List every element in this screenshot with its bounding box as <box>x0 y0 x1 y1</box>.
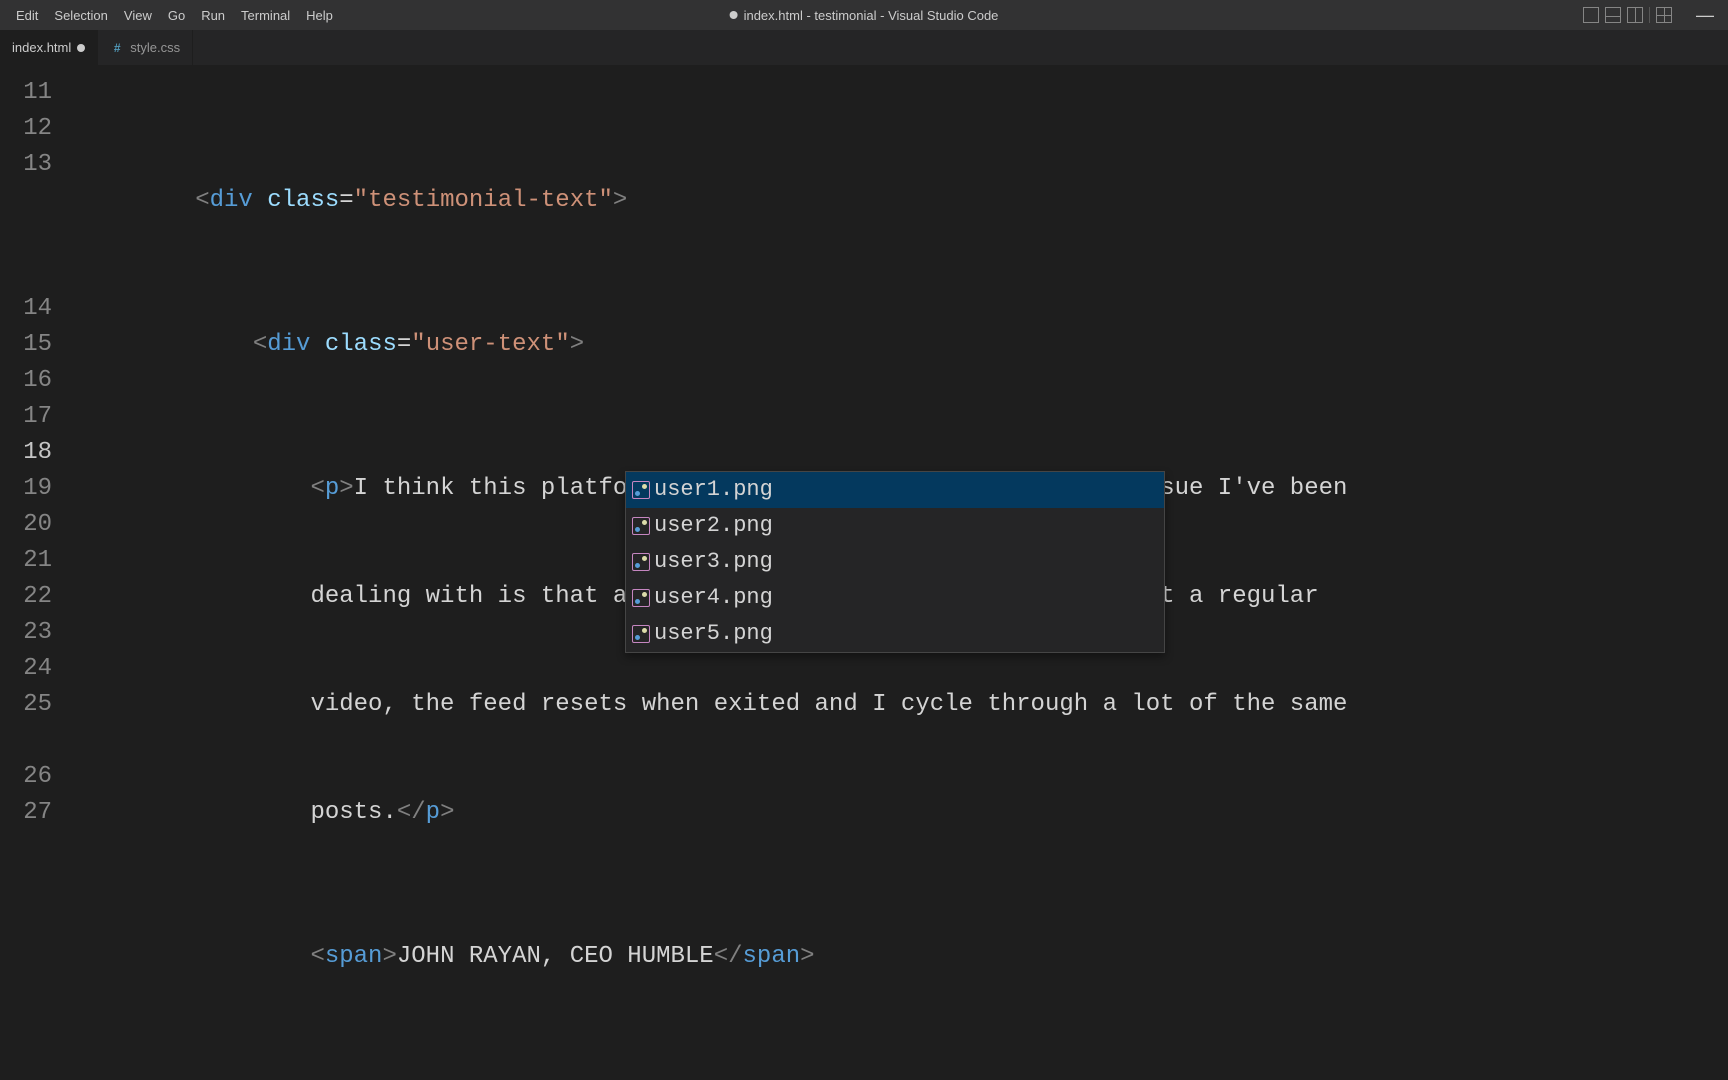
code-line[interactable]: <div class="testimonial-text"> <box>80 183 1728 219</box>
menu-selection[interactable]: Selection <box>46 4 115 27</box>
layout-icons <box>1583 7 1672 23</box>
divider <box>1649 7 1650 23</box>
suggest-label: user1.png <box>654 472 773 508</box>
line-number: 24 <box>0 651 70 687</box>
css-file-icon: # <box>110 41 124 55</box>
modified-indicator-icon[interactable] <box>77 44 85 52</box>
window-title: index.html - testimonial - Visual Studio… <box>730 8 999 23</box>
line-number: 23 <box>0 615 70 651</box>
line-number <box>0 219 70 255</box>
modified-dot-icon <box>730 11 738 19</box>
line-number-gutter: 11 12 13 14 15 16 17 18 19 20 21 22 23 2… <box>0 65 70 831</box>
suggest-item-user5[interactable]: user5.png <box>626 616 1164 652</box>
menu-edit[interactable]: Edit <box>8 4 46 27</box>
image-file-icon <box>632 481 650 499</box>
editor[interactable]: 11 12 13 14 15 16 17 18 19 20 21 22 23 2… <box>0 65 1728 1080</box>
menu-terminal[interactable]: Terminal <box>233 4 298 27</box>
suggest-item-user4[interactable]: user4.png <box>626 580 1164 616</box>
suggest-label: user5.png <box>654 616 773 652</box>
line-number: 25 <box>0 687 70 723</box>
image-file-icon <box>632 553 650 571</box>
autocomplete-popup[interactable]: user1.png user2.png user3.png user4.png … <box>625 471 1165 653</box>
minimize-button[interactable]: — <box>1690 5 1720 26</box>
tab-label: style.css <box>130 40 180 55</box>
layout-customize-icon[interactable] <box>1656 7 1672 23</box>
line-number: 14 <box>0 291 70 327</box>
menu-go[interactable]: Go <box>160 4 193 27</box>
window-title-text: index.html - testimonial - Visual Studio… <box>744 8 999 23</box>
line-number: 18 <box>0 435 70 471</box>
image-file-icon <box>632 517 650 535</box>
line-number: 20 <box>0 507 70 543</box>
tab-index-html[interactable]: index.html <box>0 30 98 65</box>
line-number: 11 <box>0 75 70 111</box>
line-number: 17 <box>0 399 70 435</box>
line-number: 26 <box>0 759 70 795</box>
suggest-item-user2[interactable]: user2.png <box>626 508 1164 544</box>
code-line[interactable]: <div class="user-text"> <box>80 327 1728 363</box>
layout-panel-bottom-icon[interactable] <box>1605 7 1621 23</box>
line-number: 22 <box>0 579 70 615</box>
tab-style-css[interactable]: # style.css <box>98 30 193 65</box>
menu-bar: Edit Selection View Go Run Terminal Help <box>0 4 341 27</box>
line-number: 21 <box>0 543 70 579</box>
suggest-item-user3[interactable]: user3.png <box>626 544 1164 580</box>
layout-panel-right-icon[interactable] <box>1627 7 1643 23</box>
code-line[interactable]: <span>JOHN RAYAN, CEO HUMBLE</span> <box>80 939 1728 975</box>
line-number: 16 <box>0 363 70 399</box>
suggest-item-user1[interactable]: user1.png <box>626 472 1164 508</box>
line-number: 13 <box>0 147 70 183</box>
title-controls: — <box>1583 5 1728 26</box>
title-bar: Edit Selection View Go Run Terminal Help… <box>0 0 1728 30</box>
menu-view[interactable]: View <box>116 4 160 27</box>
suggest-label: user2.png <box>654 508 773 544</box>
tabs-bar: index.html # style.css <box>0 30 1728 65</box>
tab-label: index.html <box>12 40 71 55</box>
line-number: 15 <box>0 327 70 363</box>
line-number: 27 <box>0 795 70 831</box>
suggest-label: user3.png <box>654 544 773 580</box>
line-number: 19 <box>0 471 70 507</box>
line-number <box>0 255 70 291</box>
code-line[interactable]: video, the feed resets when exited and I… <box>80 687 1728 723</box>
menu-run[interactable]: Run <box>193 4 233 27</box>
code-line[interactable]: posts.</p> <box>80 795 1728 831</box>
image-file-icon <box>632 589 650 607</box>
image-file-icon <box>632 625 650 643</box>
line-number <box>0 723 70 759</box>
menu-help[interactable]: Help <box>298 4 341 27</box>
line-number: 12 <box>0 111 70 147</box>
suggest-label: user4.png <box>654 580 773 616</box>
line-number <box>0 183 70 219</box>
layout-panel-left-icon[interactable] <box>1583 7 1599 23</box>
